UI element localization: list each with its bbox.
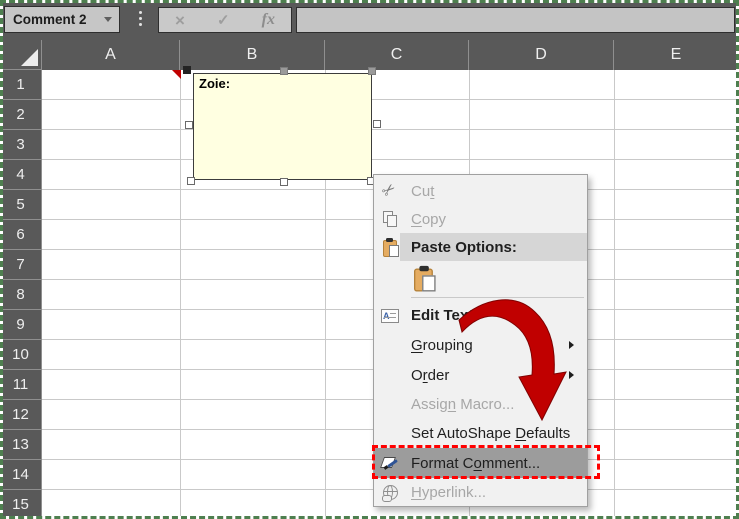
row-headers: 123456789101112131415 <box>0 70 42 519</box>
select-all-triangle-icon <box>21 49 38 66</box>
column-header-E[interactable]: E <box>614 40 739 70</box>
formula-bar-input[interactable] <box>296 7 735 33</box>
chevron-down-icon[interactable] <box>104 17 112 22</box>
menu-item-hyperlink[interactable]: Hyperlink... <box>374 478 587 506</box>
red-dashed-highlight <box>372 445 600 479</box>
row-header-12[interactable]: 12 <box>0 400 42 430</box>
red-arrow-annotation <box>445 290 575 430</box>
column-header-D[interactable]: D <box>469 40 614 70</box>
menu-item-paste-options: Paste Options: <box>374 233 587 261</box>
row-header-9[interactable]: 9 <box>0 310 42 340</box>
row-header-1[interactable]: 1 <box>0 70 42 100</box>
comment-author: Zoie: <box>194 74 371 91</box>
menu-item-copy[interactable]: Copy <box>374 205 587 233</box>
row-header-8[interactable]: 8 <box>0 280 42 310</box>
formula-bar-splitter <box>139 11 142 26</box>
row-header-7[interactable]: 7 <box>0 250 42 280</box>
resize-handle-bottom-center[interactable] <box>280 178 288 186</box>
column-header-C[interactable]: C <box>325 40 469 70</box>
name-box[interactable]: Comment 2 <box>4 6 120 33</box>
formula-bar-buttons: × ✓ fx <box>158 7 292 33</box>
column-header-A[interactable]: A <box>42 40 180 70</box>
row-header-4[interactable]: 4 <box>0 160 42 190</box>
comment-box[interactable]: Zoie: <box>193 73 372 180</box>
clipboard-icon <box>380 238 400 256</box>
enter-icon[interactable]: ✓ <box>217 13 230 28</box>
resize-handle-top-center[interactable] <box>280 67 288 75</box>
cancel-icon[interactable]: × <box>175 12 185 29</box>
row-header-5[interactable]: 5 <box>0 190 42 220</box>
row-header-11[interactable]: 11 <box>0 370 42 400</box>
insert-function-icon[interactable]: fx <box>262 12 275 28</box>
column-headers: ABCDE <box>42 40 739 70</box>
paste-clipboard-icon[interactable] <box>411 269 431 287</box>
comment-indicator-icon <box>172 70 181 79</box>
row-header-3[interactable]: 3 <box>0 130 42 160</box>
row-header-6[interactable]: 6 <box>0 220 42 250</box>
excel-window: Comment 2 × ✓ fx ABCDE 12345678910111213… <box>0 0 739 519</box>
row-header-2[interactable]: 2 <box>0 100 42 130</box>
select-all-button[interactable] <box>0 40 42 70</box>
resize-handle-top-left[interactable] <box>183 66 191 74</box>
resize-handle-bottom-left[interactable] <box>187 177 195 185</box>
copy-icon <box>380 211 400 228</box>
globe-link-icon <box>380 485 400 500</box>
scissors-icon: ✂ <box>380 183 400 199</box>
gridline <box>180 70 181 519</box>
column-header-B[interactable]: B <box>180 40 325 70</box>
row-header-15[interactable]: 15 <box>0 490 42 519</box>
resize-handle-mid-left[interactable] <box>185 121 193 129</box>
gridline <box>614 70 615 519</box>
edit-text-icon: A <box>380 309 400 323</box>
resize-handle-top-right[interactable] <box>368 67 376 75</box>
row-header-13[interactable]: 13 <box>0 430 42 460</box>
name-box-value: Comment 2 <box>5 12 87 27</box>
menu-item-cut[interactable]: ✂ Cut <box>374 177 587 205</box>
resize-handle-mid-right[interactable] <box>373 120 381 128</box>
row-header-14[interactable]: 14 <box>0 460 42 490</box>
row-header-10[interactable]: 10 <box>0 340 42 370</box>
